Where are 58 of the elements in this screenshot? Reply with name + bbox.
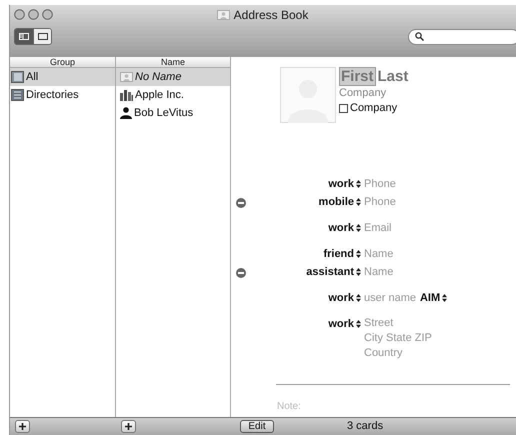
updown-icon[interactable] [356,198,361,206]
company-checkbox[interactable] [339,104,348,113]
checkbox-label: Company [350,101,398,116]
updown-icon[interactable] [356,250,361,258]
remove-icon[interactable] [236,198,246,208]
remove-icon[interactable] [236,268,246,278]
updown-icon[interactable] [356,320,361,328]
field-label[interactable]: work [328,316,354,332]
group-label: Directories [26,88,79,103]
field-label[interactable]: mobile [318,194,354,210]
updown-icon[interactable] [356,224,361,232]
field-label[interactable]: work [328,176,354,192]
card-icon [216,10,230,20]
columns-icon [19,33,29,40]
name-item[interactable]: No Name [116,68,230,86]
avatar-placeholder-icon [280,67,336,123]
group-item[interactable]: Directories [10,86,115,104]
updown-icon[interactable] [356,294,361,302]
name-label: No Name [135,70,182,85]
add-button[interactable] [15,420,30,433]
card-icon [120,72,133,82]
group-item[interactable]: All [10,68,115,86]
name-item[interactable]: Apple Inc. [116,86,230,104]
search-field[interactable] [408,28,516,44]
updown-icon[interactable] [356,268,361,276]
view-toggle[interactable] [15,29,33,44]
note-label: Note: [277,400,302,414]
last-name-field[interactable]: Last [378,68,408,85]
name-item[interactable]: Bob LeVitus [116,104,230,122]
updown-icon[interactable] [442,294,448,302]
field-label[interactable]: work [328,220,354,236]
window-control-icon[interactable] [42,9,53,20]
card-view-icon [38,33,48,40]
card-count: 3 cards [347,419,384,434]
buildings-icon [120,90,133,100]
window-control-icon[interactable] [14,9,25,20]
plus-icon [125,423,132,430]
field-label[interactable]: assistant [306,264,354,280]
column-header[interactable]: Group [10,57,115,68]
field-label[interactable]: work [328,290,354,306]
plus-icon [19,423,26,430]
directory-icon [11,89,24,101]
edit-button[interactable]: Edit [240,420,274,433]
search-icon [415,32,424,41]
group-label: All [26,70,38,85]
window-title: Address Book [234,6,308,24]
name-label: Apple Inc. [135,88,184,103]
updown-icon[interactable] [356,180,361,188]
service-label[interactable]: AIM [420,290,440,306]
name-label: Bob LeVitus [134,106,194,121]
company-field[interactable]: Company [339,86,408,100]
person-icon [120,107,132,119]
view-toggle[interactable] [33,29,51,44]
window-control-icon[interactable] [28,9,39,20]
column-header[interactable]: Name [116,57,230,68]
address-book-icon [11,71,24,83]
add-button[interactable] [121,420,136,433]
field-label[interactable]: friend [323,246,354,262]
